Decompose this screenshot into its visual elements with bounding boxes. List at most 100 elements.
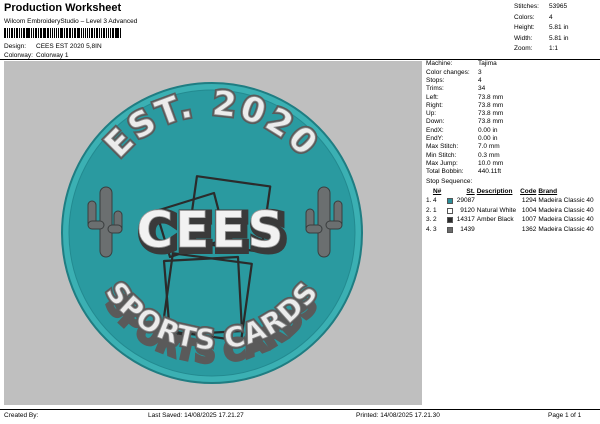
barcode-bar bbox=[41, 28, 43, 38]
info-label: Min Stitch: bbox=[426, 151, 457, 159]
stop-sequence-header: N# St. Description Code Brand bbox=[426, 187, 598, 196]
machine-info-row: Trims: 34 bbox=[426, 85, 598, 93]
thread-swatch bbox=[446, 197, 457, 204]
info-label: Machine: bbox=[426, 60, 453, 68]
info-label: Down: bbox=[426, 118, 445, 126]
info-label: Total Bobbin: bbox=[426, 168, 464, 176]
stop-sequence-rows: 1. 4 29087 1294 Madeira Classic 40 2. 1 9120 Nat… bbox=[426, 196, 598, 234]
barcode-bar bbox=[109, 28, 111, 38]
machine-info-row: Down: 73.8 mm bbox=[426, 118, 598, 126]
info-value: 3 bbox=[478, 68, 482, 76]
barcode-bar bbox=[25, 28, 27, 38]
info-value: 73.8 mm bbox=[478, 110, 504, 118]
stop-needle: 1 bbox=[432, 206, 437, 214]
barcode-bar bbox=[91, 28, 93, 38]
info-label: Max Jump: bbox=[426, 159, 458, 167]
barcode-bar bbox=[74, 28, 77, 38]
stop-stitches: 9120 bbox=[460, 206, 475, 214]
design-value: CEES EST 2020 5,8IN bbox=[36, 43, 102, 50]
barcode-bar bbox=[60, 28, 63, 38]
machine-info-row: EndX: 0.00 in bbox=[426, 126, 598, 134]
barcode-bar bbox=[89, 28, 91, 38]
info-label: EndX: bbox=[426, 126, 444, 134]
info-value: 34 bbox=[478, 85, 486, 93]
col-n-header: N# bbox=[432, 187, 442, 195]
thread-color-swatch bbox=[446, 226, 453, 233]
info-value: 73.8 mm bbox=[478, 101, 504, 109]
machine-info-row: Color changes: 3 bbox=[426, 68, 598, 76]
barcode-bar bbox=[33, 28, 34, 38]
colorway-value: Colorway 1 bbox=[36, 52, 69, 59]
info-value: 73.8 mm bbox=[478, 93, 504, 101]
barcode-bar bbox=[34, 28, 37, 38]
stat-colors: Colors: 4 bbox=[514, 14, 569, 25]
stop-needle: 4 bbox=[432, 197, 437, 205]
info-label: Trims: bbox=[426, 85, 444, 93]
stop-description: Natural White bbox=[476, 206, 517, 214]
machine-info-row: Left: 73.8 mm bbox=[426, 93, 598, 101]
barcode bbox=[4, 28, 122, 38]
stop-brand: Madeira Classic 40 bbox=[538, 216, 594, 224]
col-st-header: St. bbox=[466, 187, 475, 195]
info-value: 7.0 mm bbox=[478, 143, 500, 151]
footer-divider bbox=[0, 409, 600, 410]
barcode-bar bbox=[95, 28, 99, 38]
barcode-bar bbox=[68, 28, 70, 38]
patch-bottom-text-layer: SPORTS CARDS SPORTS CARDS bbox=[97, 274, 326, 359]
info-value: 0.00 in bbox=[478, 135, 498, 143]
info-value: 0.00 in bbox=[478, 126, 498, 134]
stat-value: 5.81 in bbox=[549, 34, 569, 42]
barcode-bar bbox=[51, 28, 53, 38]
svg-text:SPORTS CARDS: SPORTS CARDS bbox=[99, 276, 325, 357]
footer-last-saved: Last Saved: 14/08/2025 17.21.27 bbox=[148, 412, 244, 419]
barcode-bar bbox=[111, 28, 114, 38]
stat-stitches: Stitches: 53965 bbox=[514, 3, 569, 14]
barcode-bar bbox=[120, 28, 121, 38]
info-label: Max Stitch: bbox=[426, 143, 459, 151]
barcode-bar bbox=[103, 28, 106, 38]
machine-info-panel: Machine: Tajima Color changes: 3 Stops: 4 Trim… bbox=[426, 60, 598, 235]
barcode-bar bbox=[70, 28, 72, 38]
barcode-bar bbox=[114, 28, 116, 38]
thread-swatch bbox=[446, 207, 457, 214]
barcode-bar bbox=[18, 28, 20, 38]
machine-info-row: Stops: 4 bbox=[426, 77, 598, 85]
stat-value: 53965 bbox=[549, 3, 568, 10]
design-label: Design: bbox=[4, 43, 27, 50]
info-value: Tajima bbox=[478, 60, 497, 68]
patch-bottom-text: SPORTS CARDS bbox=[99, 275, 324, 357]
barcode-bar bbox=[49, 28, 51, 38]
footer-created-by: Created By: bbox=[4, 412, 39, 419]
machine-info-row: Total Bobbin: 440.11ft bbox=[426, 168, 598, 176]
machine-info-row: EndY: 0.00 in bbox=[426, 135, 598, 143]
stat-label: Zoom: bbox=[514, 45, 533, 52]
stop-description: Amber Black bbox=[476, 216, 514, 224]
info-label: Up: bbox=[426, 110, 437, 118]
stop-sequence-row: 2. 1 9120 Natural White 1004 Madeira Classic … bbox=[426, 206, 598, 216]
barcode-bar bbox=[56, 28, 58, 38]
barcode-bar bbox=[72, 28, 74, 38]
stop-brand: Madeira Classic 40 bbox=[538, 226, 594, 233]
thread-color-swatch bbox=[446, 217, 453, 224]
stop-brand: Madeira Classic 40 bbox=[538, 197, 594, 205]
barcode-bar bbox=[47, 28, 49, 38]
stat-height: Height: 5.81 in bbox=[514, 24, 569, 35]
stop-code: 1004 bbox=[521, 206, 537, 214]
stop-code: 1007 bbox=[521, 216, 537, 224]
thread-color-swatch bbox=[446, 197, 453, 204]
summary-stats: Stitches: 53965 Colors: 4 Height: 5.81 in W… bbox=[514, 3, 569, 56]
barcode-bar bbox=[53, 28, 56, 38]
info-value: 4 bbox=[478, 77, 482, 84]
info-label: EndY: bbox=[426, 135, 444, 143]
barcode-bar bbox=[80, 28, 82, 38]
stop-idx: 4. bbox=[426, 226, 432, 233]
stat-zoom: Zoom: 1:1 bbox=[514, 45, 569, 56]
col-brand-header: Brand bbox=[538, 187, 558, 195]
machine-info-row: Max Stitch: 7.0 mm bbox=[426, 143, 598, 151]
stop-needle: 3 bbox=[432, 226, 437, 233]
stop-sequence-row: 1. 4 29087 1294 Madeira Classic 40 bbox=[426, 196, 598, 206]
worksheet-title: Production Worksheet bbox=[4, 2, 122, 14]
stat-label: Stitches: bbox=[514, 3, 539, 10]
barcode-bar bbox=[20, 28, 22, 38]
footer-printed: Printed: 14/08/2025 17.21.30 bbox=[356, 412, 440, 419]
